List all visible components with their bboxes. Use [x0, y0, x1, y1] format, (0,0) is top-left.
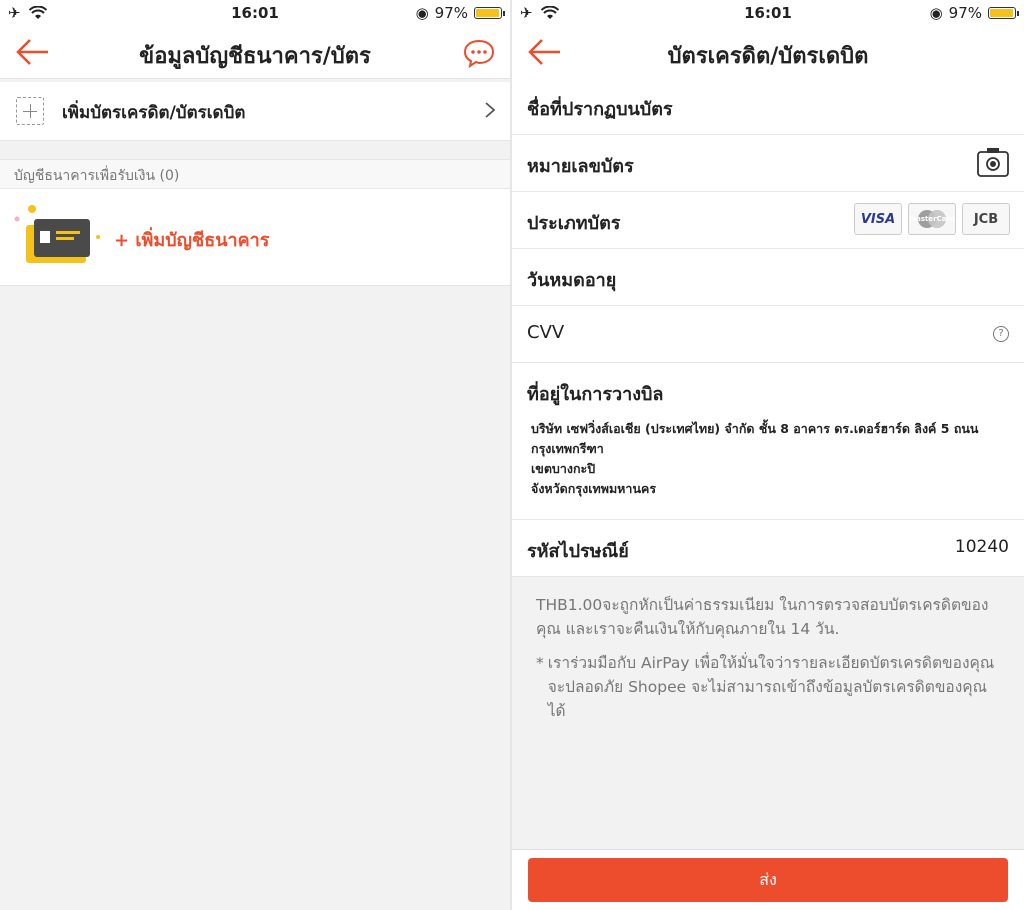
battery-percent: 97% [948, 4, 982, 22]
add-card-label: เพิ่มบัตรเครดิต/บัตรเดบิต [62, 103, 246, 123]
cvv-label: CVV [527, 322, 565, 343]
visa-logo: VISA [854, 203, 902, 235]
address-line: เขตบางกะปิ [531, 461, 596, 476]
battery-icon [474, 7, 505, 19]
nav-bar: บัตรเครดิต/บัตรเดบิต [512, 26, 1024, 78]
add-card-row[interactable]: เพิ่มบัตรเครดิต/บัตรเดบิต [0, 82, 510, 141]
orientation-lock-icon: ◉ [929, 4, 943, 22]
jcb-logo: JCB [962, 203, 1010, 235]
billing-address-field[interactable]: ที่อยู่ในการวางบิล บริษัท เซฟวิ่งส์เอเชี… [512, 363, 1024, 520]
submit-button[interactable]: ส่ง [528, 858, 1008, 902]
address-line: บริษัท เซฟวิ่งส์เอเชีย (ประเทศไทย) จำกัด… [531, 421, 979, 436]
billing-address-value: บริษัท เซฟวิ่งส์เอเชีย (ประเทศไทย) จำกัด… [531, 419, 978, 499]
security-note: เราร่วมมือกับ AirPay เพื่อให้มั่นใจว่ารา… [547, 654, 995, 720]
help-icon[interactable]: ? [993, 326, 1009, 342]
add-bank-row[interactable]: + เพิ่มบัญชีธนาคาร [0, 189, 510, 286]
cardholder-name-field[interactable]: ชื่อที่ปรากฏบนบัตร [512, 78, 1024, 135]
bank-section-label: บัญชีธนาคารเพื่อรับเงิน (0) [14, 168, 180, 184]
nav-bar: ข้อมูลบัญชีธนาคาร/บัตร [0, 26, 510, 79]
fee-note: THB1.00จะถูกหักเป็นค่าธรรมเนียม ในการตรว… [536, 596, 989, 638]
notes-section: THB1.00จะถูกหักเป็นค่าธรรมเนียม ในการตรว… [512, 577, 1024, 723]
back-arrow-icon[interactable] [526, 38, 562, 66]
card-type-label: ประเภทบัตร [527, 213, 621, 234]
cardholder-name-label: ชื่อที่ปรากฏบนบัตร [527, 99, 673, 120]
expiry-label: วันหมดอายุ [527, 270, 617, 291]
cvv-field[interactable]: CVV ? [512, 306, 1024, 363]
postal-code-field[interactable]: รหัสไปรษณีย์ 10240 [512, 520, 1024, 577]
mastercard-logo: MasterCard [908, 203, 956, 235]
bank-section-header: บัญชีธนาคารเพื่อรับเงิน (0) [0, 159, 510, 189]
right-screen: ✈ 16:01 ◉ 97% บัตรเครดิต/บัตรเดบิต ชื่อท… [512, 0, 1024, 910]
card-number-field[interactable]: หมายเลขบัตร [512, 135, 1024, 192]
orientation-lock-icon: ◉ [415, 4, 429, 22]
battery-icon [988, 7, 1019, 19]
camera-icon[interactable] [976, 146, 1010, 178]
add-bank-label: + เพิ่มบัญชีธนาคาร [114, 230, 270, 251]
address-line: กรุงเทพกรีฑา [531, 441, 604, 456]
billing-address-label: ที่อยู่ในการวางบิล [527, 384, 664, 405]
plus-icon [16, 97, 44, 125]
card-type-row: ประเภทบัตร VISA MasterCard JCB [512, 192, 1024, 249]
postal-code-label: รหัสไปรษณีย์ [527, 541, 629, 562]
chat-icon[interactable] [462, 38, 496, 68]
bank-card-illustration [14, 205, 100, 263]
address-line: จังหวัดกรุงเทพมหานคร [531, 481, 657, 496]
status-bar: ✈ 16:01 ◉ 97% [512, 0, 1024, 26]
status-bar: ✈ 16:01 ◉ 97% [0, 0, 510, 26]
battery-percent: 97% [434, 4, 468, 22]
back-arrow-icon[interactable] [14, 38, 50, 66]
postal-code-value: 10240 [954, 537, 1009, 557]
left-screen: ✈ 16:01 ◉ 97% ข้อมูลบัญชีธนาคาร/บัตร เพิ… [0, 0, 510, 910]
page-title: ข้อมูลบัญชีธนาคาร/บัตร [139, 44, 371, 69]
expiry-field[interactable]: วันหมดอายุ [512, 249, 1024, 306]
chevron-right-icon [485, 102, 496, 118]
card-number-label: หมายเลขบัตร [527, 156, 634, 177]
asterisk: * [536, 654, 544, 672]
page-title: บัตรเครดิต/บัตรเดบิต [667, 44, 869, 69]
bottom-bar: ส่ง [512, 849, 1024, 910]
